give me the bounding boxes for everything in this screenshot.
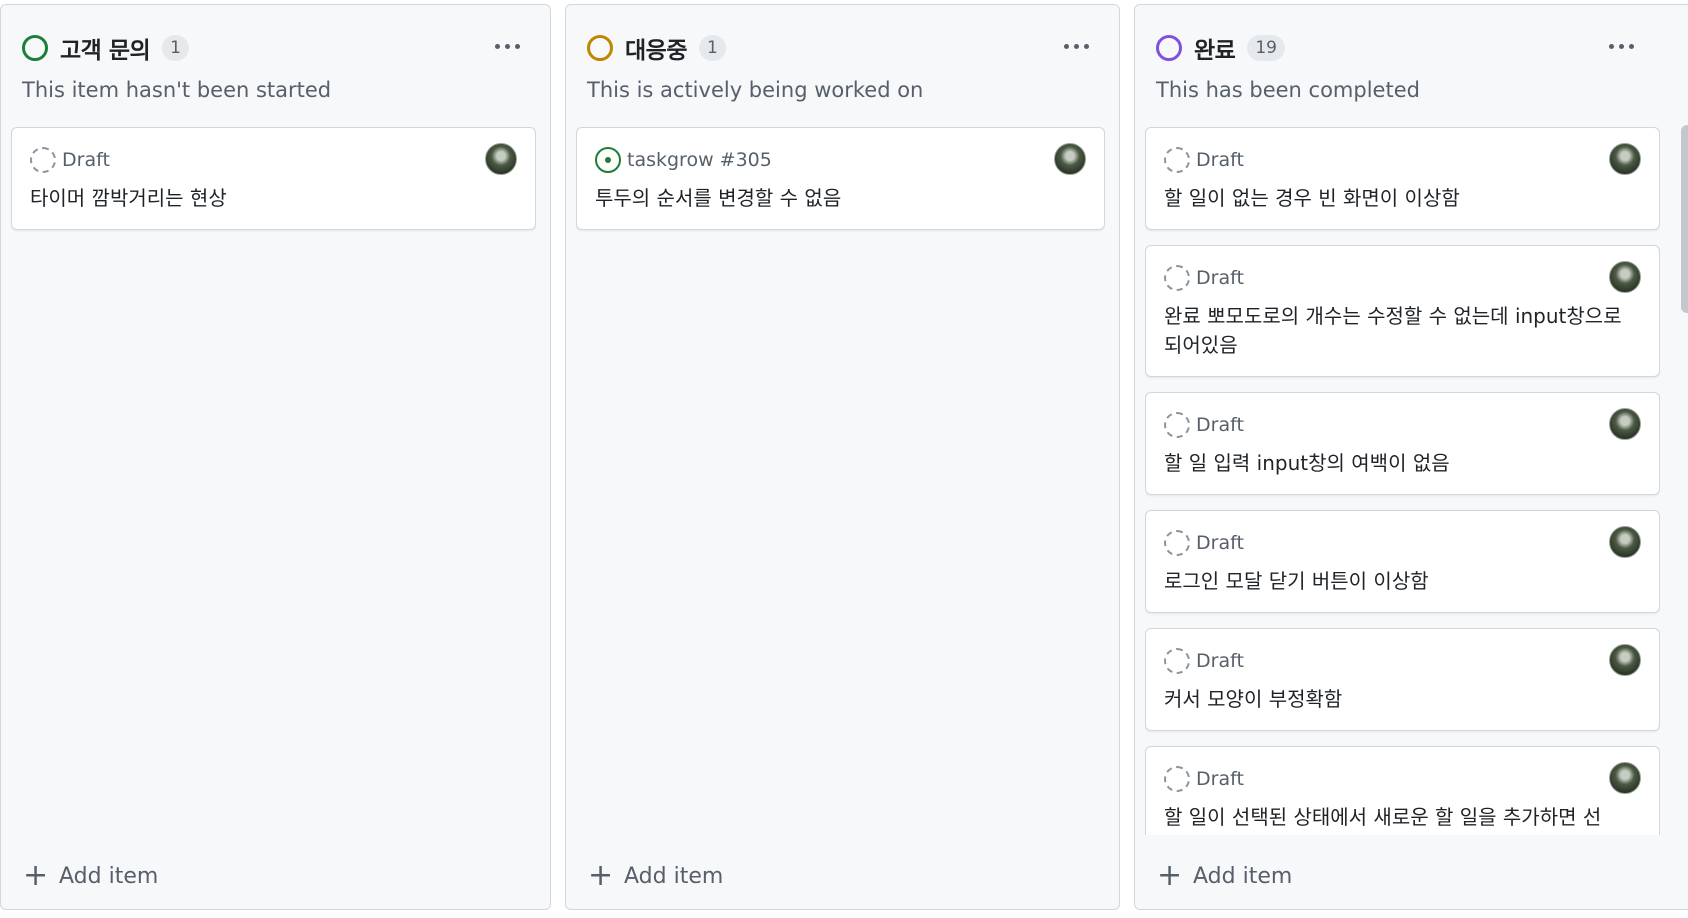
card-list: Draft 할 일이 없는 경우 빈 화면이 이상함 Draft 완료 뽀모도로…	[1145, 127, 1660, 835]
project-board: 고객 문의 1 This item hasn't been started Dr…	[0, 0, 1688, 918]
card-title[interactable]: 할 일이 선택된 상태에서 새로운 할 일을 추가하면 선	[1164, 803, 1639, 832]
dot-icon	[514, 43, 520, 49]
card-list-scrollbar[interactable]	[1680, 123, 1688, 839]
column-description: This is actively being worked on	[587, 78, 924, 102]
column-header: 완료 19	[1156, 29, 1673, 67]
item-count-badge: 19	[1247, 35, 1285, 61]
avatar[interactable]	[1609, 644, 1641, 676]
avatar[interactable]	[1609, 261, 1641, 293]
column-title: 완료	[1194, 38, 1236, 64]
column-header: 대응중 1	[587, 29, 1098, 67]
draft-icon	[1164, 648, 1190, 674]
add-item-label: Add item	[1193, 863, 1293, 889]
add-item-label: Add item	[624, 863, 724, 889]
card-title[interactable]: 투두의 순서를 변경할 수 없음	[595, 184, 1084, 213]
column-description: This item hasn't been started	[22, 78, 332, 102]
dot-icon	[1628, 43, 1634, 49]
draft-icon	[1164, 265, 1190, 291]
add-item-button[interactable]: + Add item	[588, 861, 723, 891]
card[interactable]: Draft 할 일이 선택된 상태에서 새로운 할 일을 추가하면 선	[1145, 746, 1660, 835]
card-title[interactable]: 완료 뽀모도로의 개수는 수정할 수 없는데 input창으로 되어있음	[1164, 302, 1639, 360]
card-list: Draft 타이머 깜박거리는 현상	[11, 127, 536, 835]
avatar[interactable]	[1609, 762, 1641, 794]
dot-icon	[504, 43, 510, 49]
card-title[interactable]: 타이머 깜박거리는 현상	[30, 184, 515, 213]
card-type-label: Draft	[1196, 414, 1244, 436]
scrollbar-thumb[interactable]	[1681, 125, 1688, 313]
card[interactable]: Draft 할 일 입력 input창의 여백이 없음	[1145, 392, 1660, 495]
card-title[interactable]: 커서 모양이 부정확함	[1164, 685, 1639, 714]
avatar[interactable]	[1609, 408, 1641, 440]
column-done: 완료 19 This has been completed Draft 할 일이…	[1134, 4, 1688, 910]
item-count-badge: 1	[162, 35, 189, 61]
add-item-button[interactable]: + Add item	[1157, 861, 1292, 891]
plus-icon: +	[588, 858, 614, 893]
column-menu-button[interactable]	[1054, 31, 1098, 61]
card-type-label: Draft	[1196, 768, 1244, 790]
draft-icon	[1164, 147, 1190, 173]
card-issue-ref[interactable]: taskgrow #305	[627, 149, 772, 171]
card[interactable]: Draft 타이머 깜박거리는 현상	[11, 127, 536, 230]
card-type-label: Draft	[62, 149, 110, 171]
draft-icon	[1164, 766, 1190, 792]
draft-icon	[30, 147, 56, 173]
card[interactable]: Draft 커서 모양이 부정확함	[1145, 628, 1660, 731]
add-item-button[interactable]: + Add item	[23, 861, 158, 891]
column-header: 고객 문의 1	[22, 29, 529, 67]
card-type-label: Draft	[1196, 650, 1244, 672]
column-menu-button[interactable]	[1599, 31, 1643, 61]
card[interactable]: Draft 로그인 모달 닫기 버튼이 이상함	[1145, 510, 1660, 613]
card[interactable]: Draft 완료 뽀모도로의 개수는 수정할 수 없는데 input창으로 되어…	[1145, 245, 1660, 377]
column-description: This has been completed	[1156, 78, 1420, 102]
dot-icon	[1618, 43, 1624, 49]
plus-icon: +	[1157, 858, 1183, 893]
card-title[interactable]: 할 일 입력 input창의 여백이 없음	[1164, 449, 1639, 478]
card-title[interactable]: 할 일이 없는 경우 빈 화면이 이상함	[1164, 184, 1639, 213]
draft-icon	[1164, 412, 1190, 438]
open-issue-icon	[595, 147, 621, 173]
dot-icon	[1073, 43, 1079, 49]
card[interactable]: taskgrow #305 투두의 순서를 변경할 수 없음	[576, 127, 1105, 230]
card-type-label: Draft	[1196, 149, 1244, 171]
avatar[interactable]	[485, 143, 517, 175]
column-title: 대응중	[625, 38, 687, 64]
column-customer-inquiry: 고객 문의 1 This item hasn't been started Dr…	[0, 4, 551, 910]
card-title[interactable]: 로그인 모달 닫기 버튼이 이상함	[1164, 567, 1639, 596]
plus-icon: +	[23, 858, 49, 893]
dot-icon	[1608, 43, 1614, 49]
item-count-badge: 1	[698, 35, 726, 61]
card-type-label: Draft	[1196, 532, 1244, 554]
todo-status-icon	[22, 35, 48, 61]
dot-icon	[494, 43, 500, 49]
dot-icon	[1083, 43, 1089, 49]
dot-icon	[1063, 43, 1069, 49]
in-progress-status-icon	[587, 35, 613, 61]
avatar[interactable]	[1609, 526, 1641, 558]
card-list: taskgrow #305 투두의 순서를 변경할 수 없음	[576, 127, 1105, 835]
column-title: 고객 문의	[60, 38, 151, 64]
draft-icon	[1164, 530, 1190, 556]
avatar[interactable]	[1609, 143, 1641, 175]
card[interactable]: Draft 할 일이 없는 경우 빈 화면이 이상함	[1145, 127, 1660, 230]
add-item-label: Add item	[59, 863, 159, 889]
column-menu-button[interactable]	[485, 31, 529, 61]
card-type-label: Draft	[1196, 267, 1244, 289]
column-in-progress: 대응중 1 This is actively being worked on t…	[565, 4, 1120, 910]
avatar[interactable]	[1054, 143, 1086, 175]
done-status-icon	[1156, 35, 1182, 61]
